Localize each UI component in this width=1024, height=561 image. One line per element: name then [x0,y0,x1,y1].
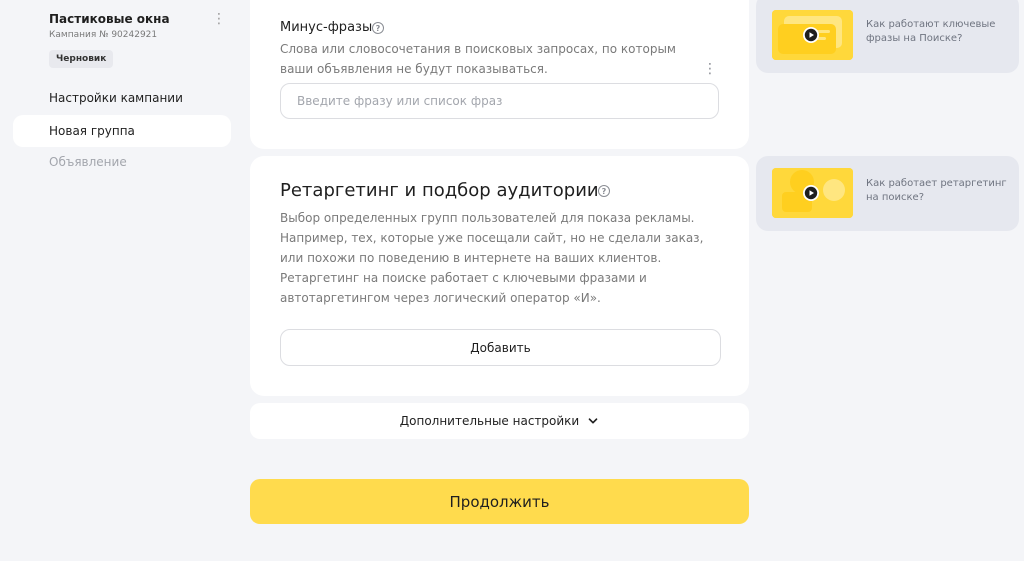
add-audience-button[interactable]: Добавить [280,329,721,366]
additional-settings-toggle[interactable]: Дополнительные настройки [250,403,749,439]
sidebar-item-new-group[interactable]: Новая группа [13,115,231,147]
help-video-retargeting[interactable]: Как работает ретаргетинг на поиске? [756,156,1019,231]
play-icon [803,185,819,201]
video-thumbnail [772,168,853,218]
minus-phrases-input[interactable] [280,83,719,119]
retargeting-card: Ретаргетинг и подбор аудитории ? Выбор о… [250,156,749,396]
retargeting-title: Ретаргетинг и подбор аудитории [280,180,599,201]
kebab-menu-icon[interactable]: ⋮ [212,10,226,28]
status-badge: Черновик [49,50,114,68]
sidebar-item-campaign-settings[interactable]: Настройки кампании [13,82,231,114]
video-thumbnail [772,10,853,60]
help-video-label: Как работает ретаргетинг на поиске? [866,178,1007,203]
minus-phrases-label: Минус-фразы [280,20,373,35]
help-video-keywords[interactable]: Как работают ключевые фразы на Поиске? [756,0,1019,73]
minus-phrases-description: Слова или словосочетания в поисковых зап… [280,42,676,76]
campaign-title[interactable]: Пастиковые окна [49,12,170,26]
additional-settings-label: Дополнительные настройки [399,414,580,428]
campaign-number: Кампания № 90242921 [49,30,158,40]
additional-settings-row: Дополнительные настройки [250,403,749,439]
help-circle-icon[interactable]: ? [598,185,610,197]
sidebar: Пастиковые окна Кампания № 90242921 ⋮ Че… [0,0,240,561]
kebab-menu-icon[interactable]: ⋮ [703,60,717,78]
help-circle-icon[interactable]: ? [372,22,384,34]
continue-button[interactable]: Продолжить [250,479,749,524]
sidebar-item-ad: Объявление [49,155,127,169]
minus-phrases-card: Минус-фразы ? Слова или словосочетания в… [250,0,749,149]
help-video-label: Как работают ключевые фразы на Поиске? [866,19,996,44]
retargeting-description: Выбор определенных групп пользователей д… [280,211,704,305]
play-icon [803,27,819,43]
page: Пастиковые окна Кампания № 90242921 ⋮ Че… [0,0,1024,561]
chevron-down-icon [588,418,598,424]
